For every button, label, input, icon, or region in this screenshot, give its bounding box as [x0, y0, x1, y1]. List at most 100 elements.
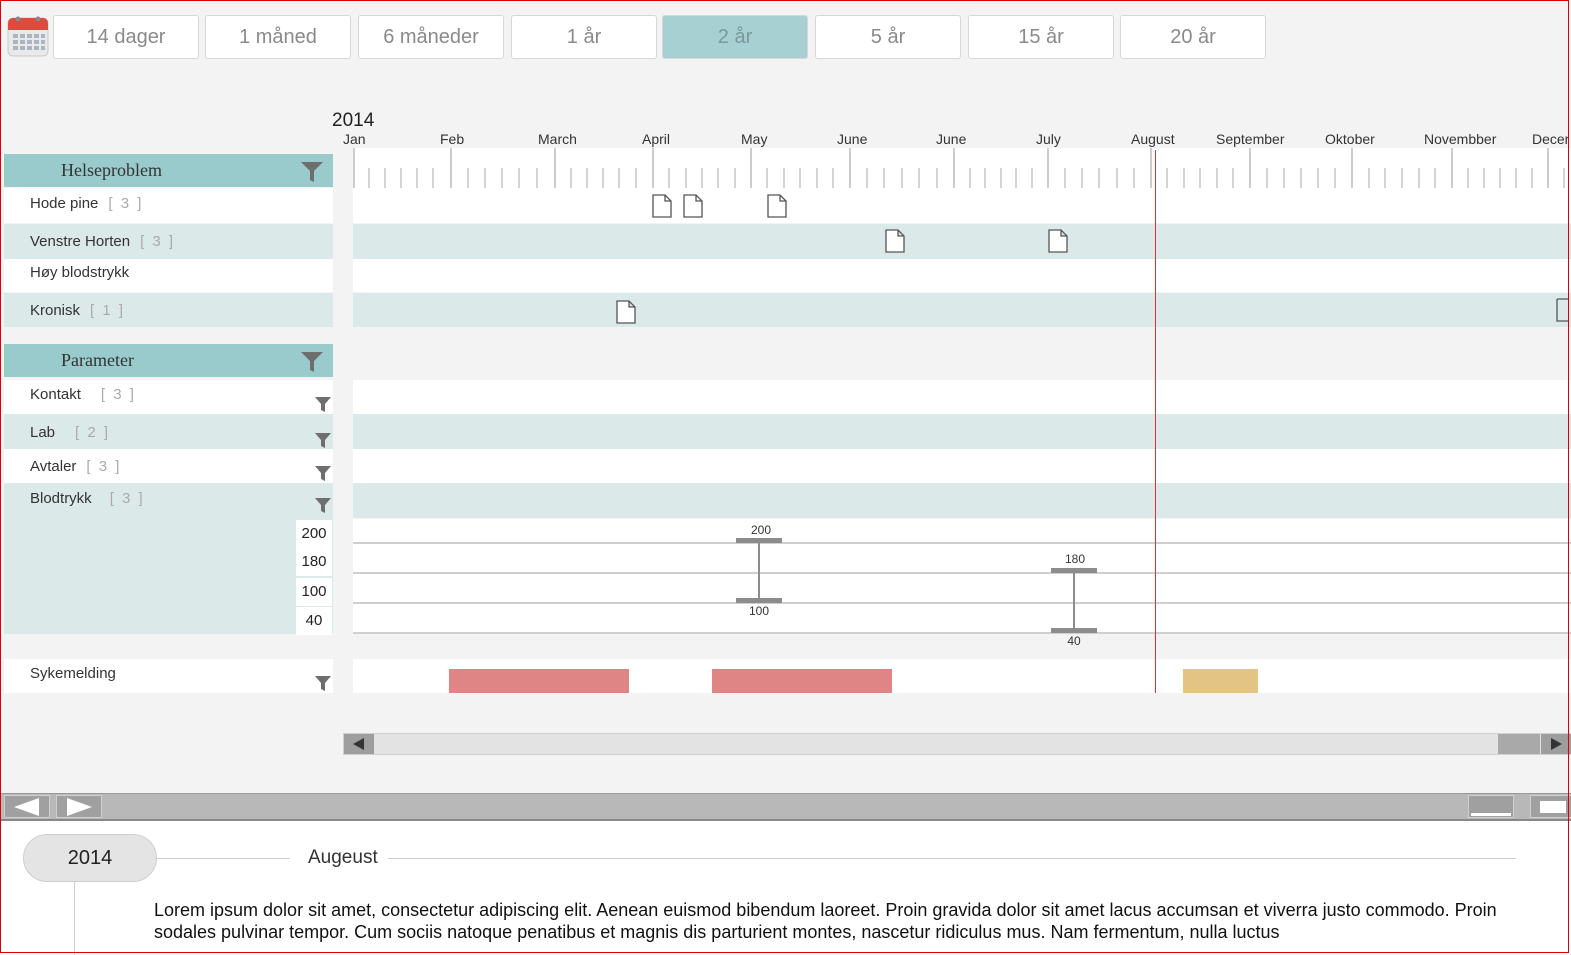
filter-icon[interactable] — [301, 162, 323, 182]
filter-icon[interactable] — [315, 433, 331, 448]
timeline-connector — [74, 882, 75, 955]
gridline — [353, 542, 1571, 544]
track-hode-pine — [353, 188, 1571, 223]
range-6-maneder-button[interactable]: 6 måneder — [358, 15, 504, 59]
divider — [388, 858, 1516, 859]
sick-leave-bar[interactable] — [449, 669, 629, 693]
sick-leave-bar[interactable] — [712, 669, 892, 693]
blodtrykk-chart — [353, 519, 1571, 634]
bp-range-marker-may[interactable] — [736, 537, 782, 605]
helseproblem-header[interactable]: Helseproblem — [4, 154, 333, 187]
maximize-panel-button[interactable] — [1530, 795, 1571, 818]
parameter-header[interactable]: Parameter — [4, 344, 333, 377]
month-label: September — [1216, 131, 1285, 147]
maximize-icon — [1540, 801, 1566, 813]
previous-period-button[interactable] — [4, 795, 50, 818]
month-label: Decer — [1532, 131, 1570, 147]
range-1-maned-button[interactable]: 1 måned — [205, 15, 351, 59]
row-label: Kontakt — [30, 386, 81, 403]
bp-low-label: 100 — [748, 604, 770, 618]
minimize-panel-button[interactable] — [1468, 795, 1514, 818]
range-5-ar-button[interactable]: 5 år — [815, 15, 961, 59]
scroll-right-button[interactable] — [1541, 734, 1571, 754]
calendar-icon[interactable] — [6, 14, 50, 58]
gridline — [353, 572, 1571, 574]
row-kontakt[interactable]: Kontakt [ 3 ] — [4, 380, 333, 414]
month-label: April — [642, 131, 671, 147]
row-label: Blodtrykk — [30, 490, 92, 507]
divider — [157, 858, 290, 859]
scroll-thumb[interactable] — [1498, 734, 1540, 754]
row-count: [ 3 ] — [86, 458, 122, 475]
arrow-right-icon — [67, 798, 92, 816]
detail-month-title: Augeust — [308, 847, 378, 868]
current-date-line — [1155, 150, 1156, 693]
row-avtaler[interactable]: Avtaler [ 3 ] — [4, 449, 333, 483]
month-label: Oktober — [1325, 131, 1375, 147]
parameter-title: Parameter — [61, 350, 134, 370]
track-blodtrykk — [353, 483, 1571, 518]
bp-high-label: 200 — [750, 523, 772, 537]
row-label: Kronisk — [30, 302, 81, 319]
document-icon[interactable] — [616, 300, 636, 324]
document-icon[interactable] — [1556, 298, 1568, 322]
document-icon[interactable] — [767, 194, 787, 218]
bp-range-marker-july[interactable] — [1051, 567, 1097, 635]
detail-panel: 2014 Augeust Lorem ipsum dolor sit amet,… — [0, 821, 1571, 955]
scroll-left-button[interactable] — [344, 734, 374, 754]
row-label: Avtaler — [30, 458, 77, 475]
sick-leave-bar[interactable] — [1183, 669, 1258, 693]
month-label: Feb — [440, 131, 465, 147]
row-count: [ 3 ] — [108, 195, 144, 212]
track-venstre-horten — [353, 224, 1571, 259]
row-label: Sykemelding — [30, 665, 116, 682]
filter-icon[interactable] — [315, 498, 331, 513]
document-icon[interactable] — [885, 229, 905, 253]
period-navigation-bar[interactable] — [0, 793, 1571, 821]
month-label: July — [1036, 131, 1061, 147]
detail-text: Lorem ipsum dolor sit amet, consectetur … — [154, 900, 1497, 942]
track-lab — [353, 414, 1571, 449]
row-count: [ 3 ] — [100, 386, 136, 403]
filter-icon[interactable] — [315, 676, 331, 691]
row-blodtrykk[interactable]: Blodtrykk [ 3 ] — [4, 483, 333, 634]
range-2-ar-button[interactable]: 2 år — [662, 15, 808, 59]
detail-year[interactable]: 2014 — [23, 834, 157, 882]
row-count: [ 3 ] — [109, 490, 145, 507]
filter-icon[interactable] — [301, 352, 323, 372]
range-1-ar-button[interactable]: 1 år — [511, 15, 657, 59]
timeline-scrollbar[interactable] — [343, 733, 1571, 755]
y-tick-label: 200 — [296, 520, 332, 548]
row-sykemelding[interactable]: Sykemelding — [4, 659, 333, 693]
range-15-ar-button[interactable]: 15 år — [968, 15, 1114, 59]
timeline-ruler[interactable] — [353, 148, 1571, 189]
arrow-left-icon — [353, 738, 364, 750]
document-icon[interactable] — [683, 194, 703, 218]
row-venstre-horten[interactable]: Venstre Horten [ 3 ] — [4, 224, 333, 259]
bp-low-label: 40 — [1067, 634, 1081, 648]
track-kontakt — [353, 380, 1571, 414]
gridline — [353, 632, 1571, 634]
row-hode-pine[interactable]: Hode pine [ 3 ] — [4, 188, 333, 223]
month-label: Jan — [343, 131, 366, 147]
range-14-dager-button[interactable]: 14 dager — [53, 15, 199, 59]
row-count: [ 2 ] — [75, 424, 111, 441]
month-label: March — [538, 131, 577, 147]
row-kronisk[interactable]: Kronisk [ 1 ] — [4, 293, 333, 327]
track-kronisk — [353, 293, 1571, 327]
filter-icon[interactable] — [315, 466, 331, 481]
row-hoy-blodstrykk[interactable]: Høy blodstrykk — [4, 259, 333, 292]
row-count: [ 3 ] — [140, 233, 176, 250]
bp-high-label: 180 — [1064, 552, 1086, 566]
range-20-ar-button[interactable]: 20 år — [1120, 15, 1266, 59]
next-period-button[interactable] — [56, 795, 102, 818]
document-icon[interactable] — [1048, 229, 1068, 253]
y-tick-label: 180 — [296, 548, 332, 576]
row-lab[interactable]: Lab [ 2 ] — [4, 414, 333, 449]
filter-icon[interactable] — [315, 397, 331, 412]
y-tick-label: 100 — [296, 578, 332, 606]
helseproblem-title: Helseproblem — [61, 160, 162, 180]
document-icon[interactable] — [652, 194, 672, 218]
row-label: Høy blodstrykk — [30, 264, 130, 281]
y-tick-label: 40 — [296, 607, 332, 635]
